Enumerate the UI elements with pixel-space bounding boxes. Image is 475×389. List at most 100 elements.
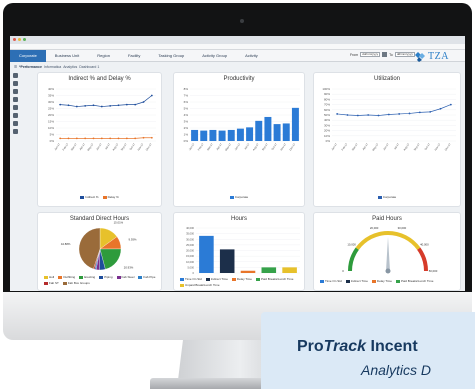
bar[interactable] bbox=[240, 270, 256, 273]
calendar-icon[interactable] bbox=[382, 52, 388, 57]
breadcrumb-item[interactable]: Dashboard 1 bbox=[79, 65, 99, 69]
tab-activity[interactable]: Activity bbox=[236, 50, 267, 62]
bar[interactable] bbox=[291, 107, 299, 141]
legend-item[interactable]: Hull bbox=[44, 275, 54, 279]
data-point[interactable] bbox=[84, 105, 87, 107]
data-point[interactable] bbox=[100, 105, 103, 108]
data-point[interactable] bbox=[408, 112, 411, 115]
data-point[interactable] bbox=[150, 94, 153, 97]
legend-item[interactable]: Paid Breaks/Lunch Time bbox=[395, 279, 433, 283]
legend-item[interactable]: Corporate bbox=[377, 195, 396, 199]
legend-item[interactable]: Delay Time bbox=[371, 279, 392, 283]
data-point[interactable] bbox=[449, 103, 452, 106]
tab-corporate[interactable]: Corporate bbox=[10, 49, 46, 62]
data-point[interactable] bbox=[67, 104, 70, 107]
data-point[interactable] bbox=[59, 103, 62, 106]
legend-item[interactable]: Fab ST bbox=[44, 281, 59, 285]
series-line[interactable] bbox=[337, 104, 451, 116]
legend-item[interactable]: Paid Breaks/Lunch Time bbox=[255, 277, 293, 281]
data-point[interactable] bbox=[418, 111, 421, 114]
legend-item[interactable]: Fab Pipe bbox=[138, 275, 155, 279]
clock-icon[interactable] bbox=[12, 89, 18, 94]
legend-item[interactable]: Corporate bbox=[229, 195, 248, 199]
data-point[interactable] bbox=[134, 103, 137, 106]
people-icon[interactable] bbox=[12, 97, 18, 102]
legend-item[interactable]: Unpaid Break/Lunch Time bbox=[180, 283, 220, 287]
data-point[interactable] bbox=[367, 114, 370, 116]
bar[interactable] bbox=[282, 267, 297, 273]
legend-item[interactable]: Piping bbox=[99, 275, 113, 279]
legend-item[interactable]: Time On Std bbox=[180, 277, 202, 281]
bar[interactable] bbox=[219, 249, 235, 273]
bar[interactable] bbox=[273, 124, 281, 141]
data-point[interactable] bbox=[142, 101, 145, 103]
legend-item[interactable]: Indirect % bbox=[80, 195, 99, 199]
data-point[interactable] bbox=[92, 137, 95, 140]
print-icon[interactable] bbox=[12, 121, 18, 126]
data-point[interactable] bbox=[84, 137, 87, 140]
legend-item[interactable]: Indirect Time bbox=[345, 279, 368, 283]
breadcrumb-item[interactable]: Analytics bbox=[63, 65, 77, 69]
data-point[interactable] bbox=[92, 104, 95, 107]
maximize-window-icon[interactable] bbox=[23, 38, 26, 41]
minimize-window-icon[interactable] bbox=[18, 38, 21, 41]
bar[interactable] bbox=[255, 120, 263, 141]
legend-item[interactable]: Delay % bbox=[102, 195, 119, 199]
legend-item[interactable]: Outfitting bbox=[58, 275, 75, 279]
data-point[interactable] bbox=[356, 114, 359, 117]
data-point[interactable] bbox=[125, 137, 128, 140]
bar[interactable] bbox=[200, 130, 208, 141]
bar[interactable] bbox=[218, 130, 226, 141]
data-point[interactable] bbox=[398, 113, 401, 115]
breadcrumb-current[interactable]: *Performance bbox=[19, 65, 42, 69]
data-point[interactable] bbox=[59, 137, 62, 140]
data-point[interactable] bbox=[134, 137, 137, 140]
data-point[interactable] bbox=[75, 137, 78, 140]
series-line[interactable] bbox=[60, 137, 152, 139]
data-point[interactable] bbox=[125, 103, 128, 106]
bar[interactable] bbox=[246, 127, 254, 141]
bar[interactable] bbox=[209, 129, 217, 141]
grid-icon[interactable] bbox=[12, 81, 18, 86]
tab-region[interactable]: Region bbox=[88, 50, 119, 62]
tab-facility[interactable]: Facility bbox=[119, 50, 149, 62]
chart-icon[interactable] bbox=[12, 73, 18, 78]
data-point[interactable] bbox=[100, 137, 103, 140]
data-point[interactable] bbox=[109, 105, 112, 107]
legend-item[interactable]: Fab Steel bbox=[116, 275, 134, 279]
series-line[interactable] bbox=[60, 95, 153, 107]
data-point[interactable] bbox=[117, 137, 120, 140]
legend-item[interactable]: Indirect Time bbox=[205, 277, 228, 281]
bar[interactable] bbox=[191, 129, 199, 141]
settings-icon[interactable] bbox=[12, 129, 18, 134]
data-point[interactable] bbox=[109, 137, 112, 140]
bar[interactable] bbox=[264, 116, 272, 141]
filter-icon[interactable] bbox=[12, 105, 18, 110]
data-point[interactable] bbox=[346, 114, 349, 116]
data-point[interactable] bbox=[336, 113, 339, 115]
layers-icon[interactable] bbox=[12, 113, 18, 118]
tab-activity-group[interactable]: Activity Group bbox=[193, 50, 236, 62]
data-point[interactable] bbox=[75, 105, 78, 108]
legend-item[interactable]: Fab Box Groups bbox=[62, 281, 90, 285]
legend-item[interactable]: Delay Time bbox=[231, 277, 252, 281]
data-point[interactable] bbox=[429, 110, 432, 113]
data-point[interactable] bbox=[377, 114, 380, 117]
legend-item[interactable]: Erecting bbox=[79, 275, 95, 279]
close-window-icon[interactable] bbox=[13, 38, 16, 41]
legend-item[interactable]: Time On Std bbox=[320, 279, 342, 283]
data-point[interactable] bbox=[142, 136, 145, 139]
bar[interactable] bbox=[261, 267, 277, 273]
breadcrumb-item[interactable]: Informatica bbox=[44, 65, 61, 69]
tab-tasking-group[interactable]: Tasking Group bbox=[149, 50, 193, 62]
tab-business-unit[interactable]: Business Unit bbox=[46, 50, 88, 62]
from-date-input[interactable]: dd/mm/yyyy bbox=[360, 52, 381, 57]
data-point[interactable] bbox=[387, 113, 390, 116]
to-date-input[interactable]: dd/mm/yyyy bbox=[394, 52, 415, 57]
data-point[interactable] bbox=[150, 136, 153, 139]
bar[interactable] bbox=[199, 235, 214, 273]
bar[interactable] bbox=[236, 128, 244, 141]
data-point[interactable] bbox=[439, 107, 442, 110]
menu-icon[interactable]: ☰ bbox=[14, 65, 17, 69]
data-point[interactable] bbox=[117, 104, 120, 107]
